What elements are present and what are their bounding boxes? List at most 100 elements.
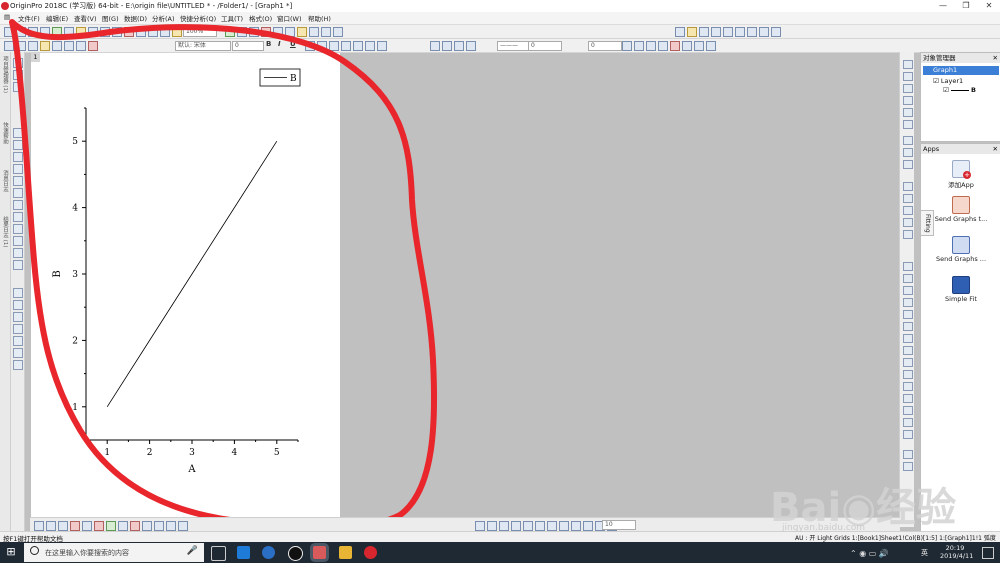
rt-plot-icon-31[interactable] [903,462,913,471]
chart-series[interactable] [106,140,278,408]
multi-panel-icon[interactable] [154,521,164,531]
rt-plot-icon-17[interactable] [903,286,913,295]
menu-app-icon[interactable]: ▤ [4,13,10,21]
app-simple-fit[interactable]: Simple Fit [931,276,991,303]
annotation-tool-icon[interactable] [13,260,23,270]
rt-plot-icon-21[interactable] [903,334,913,343]
bold-button[interactable]: B [266,40,271,48]
new-notes-icon[interactable] [52,27,62,37]
script-window-icon[interactable] [225,27,235,37]
align-top-icon[interactable] [735,27,745,37]
rt-plot-icon-12[interactable] [903,206,913,215]
rt-plot-icon-30[interactable] [903,450,913,459]
rt-plot-icon-10[interactable] [903,182,913,191]
apps-close-icon[interactable]: ✕ [993,144,998,154]
column-plot-icon[interactable] [70,521,80,531]
settings-icon[interactable] [706,41,716,51]
app-add[interactable]: + 添加App [931,160,991,189]
rectangle-tool-icon[interactable] [13,212,23,222]
insert-table-tool-icon[interactable] [13,312,23,322]
stack-icon[interactable] [694,41,704,51]
taskbar-clock[interactable]: 20:19 2019/4/11 [940,544,973,560]
rt-plot-icon-5[interactable] [903,108,913,117]
save-icon[interactable] [100,27,110,37]
plot-setup-icon[interactable] [76,41,86,51]
align-text-icon[interactable] [365,41,375,51]
netease-music-icon[interactable] [364,546,377,559]
rt-plot-icon-6[interactable] [903,120,913,129]
file-explorer-icon[interactable] [339,546,352,559]
polar-icon[interactable] [166,521,176,531]
greek-icon[interactable] [329,41,339,51]
rt-plot-icon-13[interactable] [903,218,913,227]
plot-checkbox-icon[interactable]: ☑ [943,86,949,94]
rescale-icon[interactable] [321,27,331,37]
rt-plot-icon-29[interactable] [903,430,913,439]
matrix-icon[interactable] [658,41,668,51]
line-tool-icon[interactable] [13,200,23,210]
rt-plot-icon-26[interactable] [903,394,913,403]
decrease-font-icon[interactable] [353,41,363,51]
menu-help[interactable]: 帮助(H) [308,13,331,23]
microphone-icon[interactable]: 🎤 [187,546,198,556]
obj-align-left-icon[interactable] [475,521,485,531]
bar-scale-tool-icon[interactable] [13,348,23,358]
rt-plot-icon-20[interactable] [903,322,913,331]
command-window-icon[interactable] [237,27,247,37]
table-tool-icon[interactable] [13,360,23,370]
panel-close-icon[interactable]: ✕ [993,53,998,63]
tab-fitting[interactable]: Fitting [920,210,934,236]
obj-same-width-icon[interactable] [523,521,533,531]
text-tool-icon[interactable] [13,164,23,174]
obj-front-icon[interactable] [547,521,557,531]
app-send-graphs-word[interactable]: Send Graphs ... [931,236,991,263]
italic-button[interactable]: I [278,40,281,48]
tree-item-plot[interactable]: ☑ B [943,86,976,94]
draw-data-tool-icon[interactable] [13,152,23,162]
template-icon[interactable] [142,521,152,531]
align-left-icon[interactable] [711,27,721,37]
rt-plot-icon-27[interactable] [903,406,913,415]
subscript-icon[interactable] [317,41,327,51]
box-plot-icon[interactable] [94,521,104,531]
graph-page[interactable]: AB 1234512345 B [31,53,340,517]
code-builder-icon[interactable] [249,27,259,37]
curved-arrow-tool-icon[interactable] [13,188,23,198]
region-tool-icon[interactable] [13,236,23,246]
print-icon[interactable] [136,27,146,37]
add-new-columns-icon[interactable] [285,27,295,37]
layer-contents-icon[interactable] [64,41,74,51]
rt-plot-icon-14[interactable] [903,230,913,239]
legend-icon[interactable] [88,41,98,51]
region-icon[interactable] [52,41,62,51]
zoom-combo[interactable]: 100% [183,27,217,37]
rt-plot-icon-15[interactable] [903,262,913,271]
recalculate-icon[interactable] [297,27,307,37]
export-icon[interactable] [148,27,158,37]
pie-plot-icon[interactable] [118,521,128,531]
obj-group-icon[interactable] [571,521,581,531]
menu-analysis[interactable]: 分析(A) [152,13,175,23]
line-color-icon[interactable] [442,41,452,51]
increase-font-icon[interactable] [341,41,351,51]
rt-plot-icon-8[interactable] [903,148,913,157]
bring-front-icon[interactable] [687,27,697,37]
obj-align-right-icon[interactable] [487,521,497,531]
rt-plot-icon-22[interactable] [903,346,913,355]
obj-ungroup-icon[interactable] [583,521,593,531]
scale-tool-icon[interactable] [13,82,23,92]
area-plot-icon[interactable] [82,521,92,531]
symbol-size-combo[interactable]: 0 [588,41,622,51]
mask-icon[interactable] [28,41,38,51]
browser-360-icon[interactable] [262,546,275,559]
menu-data[interactable]: 数据(D) [124,13,147,23]
pointer-tool-icon[interactable] [13,58,23,68]
tab-message-log[interactable]: 消息日志 [1,170,9,192]
ime-indicator[interactable]: 英 [921,548,928,558]
menu-quick-analysis[interactable]: 快捷分析(Q) [180,13,216,23]
layer-icon[interactable] [309,27,319,37]
qq-icon[interactable] [288,546,303,561]
rt-plot-icon-2[interactable] [903,72,913,81]
screen-reader-tool-icon[interactable] [13,140,23,150]
rt-plot-icon-24[interactable] [903,370,913,379]
